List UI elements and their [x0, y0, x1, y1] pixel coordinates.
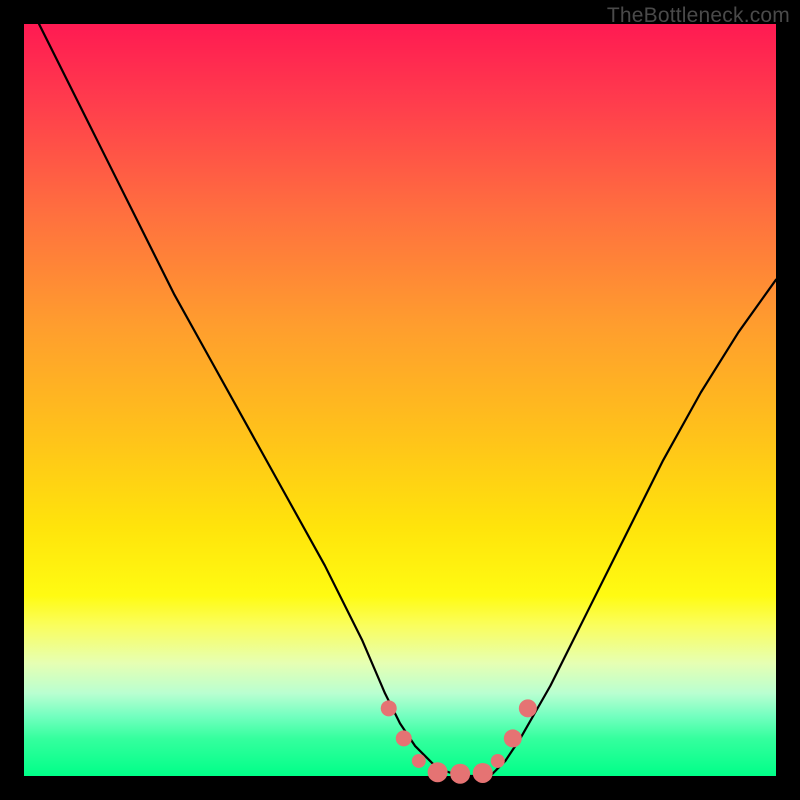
chart-frame: TheBottleneck.com — [0, 0, 800, 800]
marker-e — [450, 764, 470, 784]
marker-group — [381, 699, 537, 783]
chart-plot-area — [24, 24, 776, 776]
marker-a — [381, 700, 397, 716]
chart-svg — [24, 24, 776, 776]
marker-d — [428, 762, 448, 782]
watermark-text: TheBottleneck.com — [607, 4, 790, 28]
marker-f — [473, 763, 493, 783]
marker-g — [491, 754, 505, 768]
marker-b — [396, 730, 412, 746]
marker-i — [519, 699, 537, 717]
marker-c — [412, 754, 426, 768]
marker-h — [504, 729, 522, 747]
bottleneck-curve — [39, 24, 776, 776]
